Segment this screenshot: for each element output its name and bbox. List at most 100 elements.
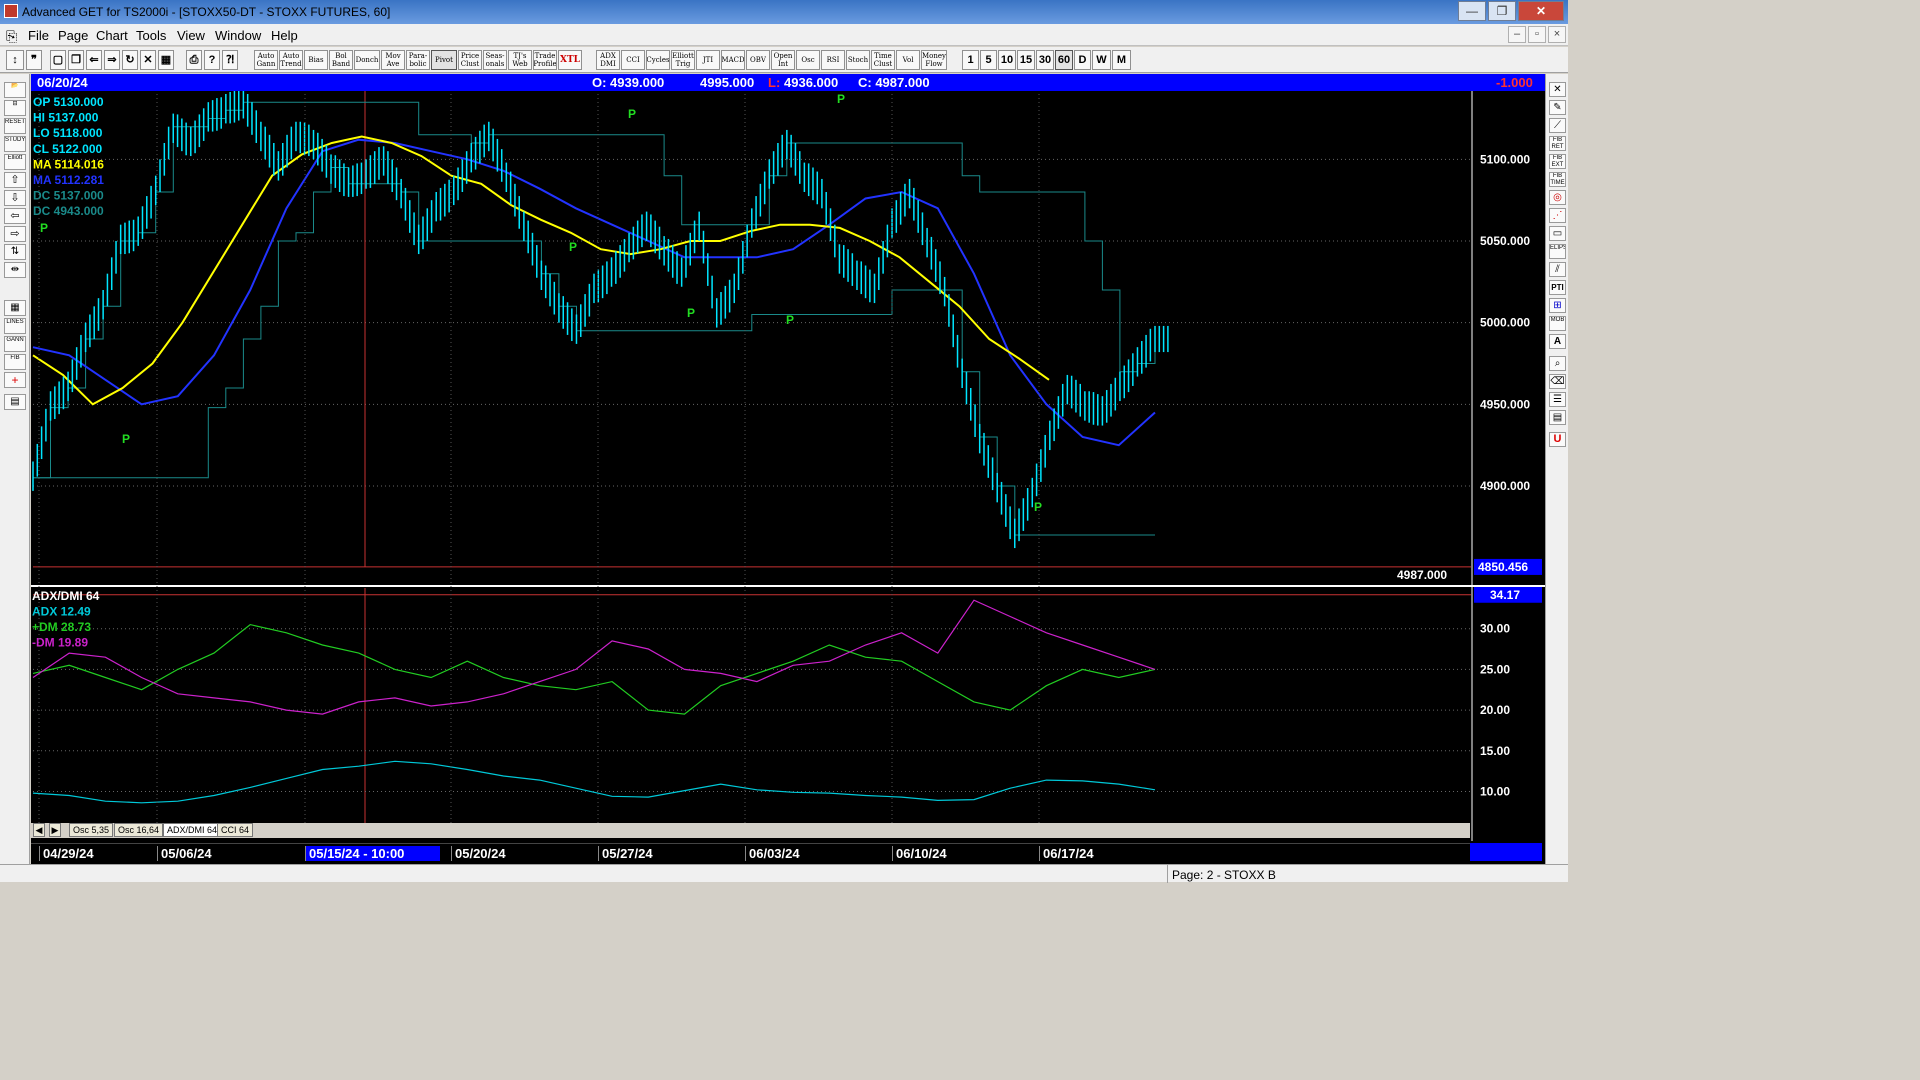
- bar-spacing-icon[interactable]: ⇅: [4, 244, 26, 260]
- study-vol-button[interactable]: Vol: [896, 50, 920, 70]
- study-auto-trend-button[interactable]: Auto Trend: [279, 50, 303, 70]
- tab-adx-dmi-64[interactable]: ADX/DMI 64: [163, 823, 222, 837]
- mdi-minimize-button[interactable]: –: [1508, 26, 1526, 43]
- fan-icon[interactable]: ⋰: [1549, 208, 1566, 223]
- open-folder-icon[interactable]: 📂: [4, 82, 26, 98]
- mdi-restore-button[interactable]: ▫: [1528, 26, 1546, 43]
- timeframe-daily-button[interactable]: D: [1074, 50, 1091, 70]
- timeframe-1-button[interactable]: 1: [962, 50, 979, 70]
- reset-icon[interactable]: RESET: [4, 118, 26, 134]
- spiral-icon[interactable]: ◎: [1549, 190, 1566, 205]
- mob-icon[interactable]: MOB: [1549, 316, 1566, 331]
- study-icon[interactable]: STUDY: [4, 136, 26, 152]
- study-stoch-button[interactable]: Stoch: [846, 50, 870, 70]
- study-money-flow-button[interactable]: Money Flow: [921, 50, 947, 70]
- timeframe-weekly-button[interactable]: W: [1092, 50, 1111, 70]
- minimize-button[interactable]: —: [1458, 1, 1486, 21]
- eraser-icon[interactable]: ⌫: [1549, 374, 1566, 389]
- study-open-int-button[interactable]: Open Int: [771, 50, 795, 70]
- zoom-out-icon[interactable]: ⊟: [4, 100, 26, 116]
- pencil-icon[interactable]: ✎: [1549, 100, 1566, 115]
- copy-icon[interactable]: ❐: [68, 50, 84, 70]
- tab-cci-64[interactable]: CCI 64: [217, 823, 254, 837]
- fib-icon[interactable]: FIB: [4, 354, 26, 370]
- gann-icon[interactable]: GANN: [4, 336, 26, 352]
- study-seasonals-button[interactable]: Seas-onals: [483, 50, 507, 70]
- templates-icon[interactable]: ▤: [4, 394, 26, 410]
- study-xtl-button[interactable]: XTL: [558, 50, 582, 70]
- fib-retrace-icon[interactable]: FIB RET: [1549, 136, 1566, 151]
- timeframe-10-button[interactable]: 10: [998, 50, 1016, 70]
- study-macd-button[interactable]: MACD: [721, 50, 745, 70]
- study-price-clust-button[interactable]: Price Clust: [458, 50, 482, 70]
- compress-icon[interactable]: ⇹: [4, 262, 26, 278]
- menu-window[interactable]: Window: [215, 28, 261, 43]
- print-icon[interactable]: ⎙: [186, 50, 202, 70]
- layers-icon[interactable]: ☰: [1549, 392, 1566, 407]
- study-donch-button[interactable]: Donch: [354, 50, 380, 70]
- arrow-down-icon[interactable]: ⇩: [4, 190, 26, 206]
- menu-file[interactable]: File: [28, 28, 49, 43]
- study-tjs-web-button[interactable]: TJ's Web: [508, 50, 532, 70]
- menu-view[interactable]: View: [177, 28, 205, 43]
- maximize-button[interactable]: ❐: [1488, 1, 1516, 21]
- study-bias-button[interactable]: Bias: [304, 50, 328, 70]
- text-tool-icon[interactable]: A: [1549, 334, 1566, 349]
- study-osc-button[interactable]: Osc: [796, 50, 820, 70]
- study-parabolic-button[interactable]: Para-bolic: [406, 50, 430, 70]
- tab-osc-5-35[interactable]: Osc 5,35: [69, 823, 114, 837]
- study-bol-band-button[interactable]: Bol Band: [329, 50, 353, 70]
- help-icon[interactable]: ?: [204, 50, 220, 70]
- quote-icon[interactable]: ❞: [26, 50, 42, 70]
- grid-tool-icon[interactable]: ▦: [4, 300, 26, 316]
- tab-scroll-left-icon[interactable]: ◀: [33, 823, 45, 837]
- grid-icon[interactable]: ▦: [158, 50, 174, 70]
- study-pivot-button[interactable]: Pivot: [431, 50, 457, 70]
- chart-canvas[interactable]: 4900.000 4950.000 5000.000 5050.000 5100.000…: [31, 91, 1545, 841]
- context-help-icon[interactable]: ⁈: [222, 50, 238, 70]
- study-jti-button[interactable]: JTI: [696, 50, 720, 70]
- menu-page[interactable]: Page: [58, 28, 88, 43]
- menu-chart[interactable]: Chart: [96, 28, 128, 43]
- study-trade-profile-button[interactable]: Trade Profile: [533, 50, 557, 70]
- mdi-close-button[interactable]: ×: [1548, 26, 1566, 43]
- timeframe-30-button[interactable]: 30: [1036, 50, 1054, 70]
- new-chart-icon[interactable]: ▢: [50, 50, 66, 70]
- elliott-icon[interactable]: Elliott: [4, 154, 26, 170]
- arrow-right-icon[interactable]: ⇨: [4, 226, 26, 242]
- pti-icon[interactable]: PTI: [1549, 280, 1566, 295]
- chart-area[interactable]: 06/20/24 O: 4939.000 4995.000 L: 4936.00…: [31, 74, 1545, 864]
- close-button[interactable]: ✕: [1518, 1, 1564, 21]
- study-adx-dmi-button[interactable]: ADX DMI: [596, 50, 620, 70]
- scroll-left-icon[interactable]: ⇐: [86, 50, 102, 70]
- web-icon[interactable]: ⊞: [1549, 298, 1566, 313]
- notes-icon[interactable]: ▤: [1549, 410, 1566, 425]
- study-obv-button[interactable]: OBV: [746, 50, 770, 70]
- study-cycles-button[interactable]: Cycles: [646, 50, 670, 70]
- timeframe-monthly-button[interactable]: M: [1112, 50, 1131, 70]
- study-mov-ave-button[interactable]: Mov Ave: [381, 50, 405, 70]
- study-elliott-trig-button[interactable]: Elliott Trig: [671, 50, 695, 70]
- refresh-icon[interactable]: ↻: [122, 50, 138, 70]
- magnifier-icon[interactable]: ⌕: [1549, 356, 1566, 371]
- undo-icon[interactable]: U: [1549, 432, 1566, 447]
- study-auto-gann-button[interactable]: Auto Gann: [254, 50, 278, 70]
- regression-icon[interactable]: ⫽: [1549, 262, 1566, 277]
- lines-icon[interactable]: LINES: [4, 318, 26, 334]
- pointer-icon[interactable]: ↕: [6, 50, 24, 70]
- timeframe-15-button[interactable]: 15: [1017, 50, 1035, 70]
- arrow-left-icon[interactable]: ⇦: [4, 208, 26, 224]
- menu-tools[interactable]: Tools: [136, 28, 166, 43]
- tab-scroll-right-icon[interactable]: ▶: [49, 823, 61, 837]
- menu-help[interactable]: Help: [271, 28, 298, 43]
- cross-tool-icon[interactable]: ✕: [1549, 82, 1566, 97]
- tab-osc-16-64[interactable]: Osc 16,64: [114, 823, 164, 837]
- timeframe-60-button[interactable]: 60: [1055, 50, 1073, 70]
- crosshair-icon[interactable]: +: [4, 372, 26, 388]
- study-cci-button[interactable]: CCI: [621, 50, 645, 70]
- document-icon[interactable]: ⎘: [6, 28, 17, 45]
- delete-icon[interactable]: ✕: [140, 50, 156, 70]
- ellipse-icon[interactable]: ELIPS: [1549, 244, 1566, 259]
- scroll-right-icon[interactable]: ⇒: [104, 50, 120, 70]
- channel-icon[interactable]: ▭: [1549, 226, 1566, 241]
